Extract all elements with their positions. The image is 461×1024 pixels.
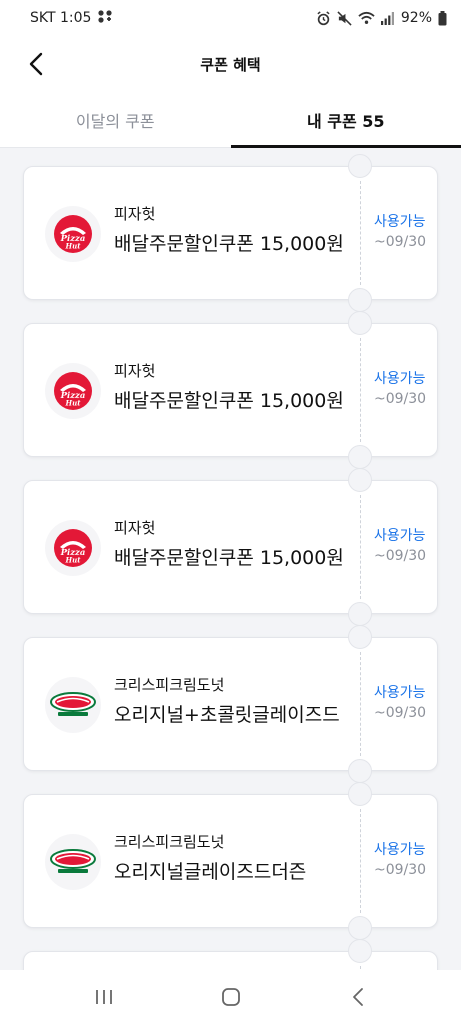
brand-name: 피자헛 [114, 362, 156, 380]
recent-apps-button[interactable] [74, 977, 134, 1017]
ticket-notch [348, 782, 372, 806]
system-back-button[interactable] [328, 977, 388, 1017]
coupon-title: 오리지널글레이즈드더즌 [114, 861, 307, 883]
back-button[interactable] [18, 46, 54, 82]
ticket-notch [348, 154, 372, 178]
ticket-notch [348, 916, 372, 940]
ticket-notch [348, 602, 372, 626]
svg-text:Hut: Hut [65, 242, 82, 251]
brand-name: 크리스피크림도넛 [114, 833, 225, 851]
coupon-card[interactable]: Pizza Hut 피자헛 배달주문할인쿠폰 15,000원 사용가능 ~09/3… [23, 311, 438, 469]
ticket-notch [348, 445, 372, 469]
krispy-kreme-logo [45, 834, 101, 890]
svg-text:Hut: Hut [65, 399, 82, 408]
ticket-notch [348, 311, 372, 335]
svg-text:Hut: Hut [65, 556, 82, 565]
status-left: SKT 1:05 [30, 9, 113, 27]
ticket-notch [348, 288, 372, 312]
battery-icon [438, 10, 447, 26]
coupon-status: 사용가능 [374, 842, 426, 858]
coupon-card[interactable]: Pizza Hut 피자헛 배달주문할인쿠폰 15,000원 사용가능 ~09/3… [23, 154, 438, 312]
ticket-divider [360, 652, 361, 756]
alarm-icon [316, 10, 331, 26]
ticket-notch [348, 625, 372, 649]
page-title: 쿠폰 혜택 [200, 55, 261, 74]
coupon-title: 오리지널+초콜릿글레이즈드 [114, 704, 340, 726]
recent-apps-icon [95, 990, 112, 1004]
coupon-card[interactable]: 크리스피크림도넛 오리지널+초콜릿글레이즈드 사용가능 ~09/30 [23, 625, 438, 783]
coupon-status: 사용가능 [374, 214, 426, 230]
krispy-kreme-logo [45, 677, 101, 733]
coupon-card[interactable]: Pizza Hut 피자헛 배달주문할인쿠폰 15,000원 사용가능 ~09/3… [23, 468, 438, 626]
coupon-status: 사용가능 [374, 528, 426, 544]
coupon-expiry: ~09/30 [374, 705, 427, 721]
app-notification-icon [97, 9, 113, 27]
app-header: 쿠폰 혜택 [0, 36, 461, 92]
coupon-card[interactable]: 크리스피크림도넛 오리지널글레이즈드더즌 사용가능 ~09/30 [23, 782, 438, 940]
ticket-divider [360, 181, 361, 285]
pizza-hut-logo: Pizza Hut [45, 206, 101, 262]
status-right: 92% [316, 10, 447, 26]
coupon-expiry: ~09/30 [374, 548, 427, 564]
coupon-list[interactable]: Pizza Hut 피자헛 배달주문할인쿠폰 15,000원 사용가능 ~09/3… [0, 148, 461, 970]
coupon-expiry: ~09/30 [374, 862, 427, 878]
coupon-title: 배달주문할인쿠폰 15,000원 [114, 233, 344, 255]
brand-name: 크리스피크림도넛 [114, 676, 225, 694]
brand-name: 피자헛 [114, 519, 156, 537]
home-button[interactable] [201, 977, 261, 1017]
carrier-time: SKT 1:05 [30, 10, 92, 26]
ticket-divider [360, 809, 361, 913]
back-icon [352, 988, 363, 1006]
battery-level: 92% [400, 10, 432, 26]
ticket-divider [360, 495, 361, 599]
pizza-hut-logo: Pizza Hut [45, 363, 101, 419]
ticket-notch [348, 468, 372, 492]
ticket-divider [360, 338, 361, 442]
coupon-status: 사용가능 [374, 685, 426, 701]
ticket-notch [348, 939, 372, 963]
coupon-card-partial[interactable] [23, 939, 438, 970]
brand-name: 피자헛 [114, 205, 156, 223]
tab-bar: 이달의 쿠폰 내 쿠폰 55 [0, 92, 461, 148]
coupon-expiry: ~09/30 [374, 391, 427, 407]
wifi-icon [358, 11, 375, 25]
coupon-title: 배달주문할인쿠폰 15,000원 [114, 390, 344, 412]
signal-icon [380, 11, 395, 25]
tab-monthly-coupons[interactable]: 이달의 쿠폰 [0, 92, 231, 147]
coupon-expiry: ~09/30 [374, 234, 427, 250]
pizza-hut-logo: Pizza Hut [45, 520, 101, 576]
coupon-title: 배달주문할인쿠폰 15,000원 [114, 547, 344, 569]
system-nav-bar [0, 970, 461, 1024]
coupon-status: 사용가능 [374, 371, 426, 387]
status-bar: SKT 1:05 92% [0, 0, 461, 36]
ticket-notch [348, 759, 372, 783]
home-icon [221, 988, 240, 1006]
chevron-left-icon [29, 52, 43, 76]
mute-icon [337, 10, 352, 26]
tab-my-coupons[interactable]: 내 쿠폰 55 [230, 92, 461, 148]
